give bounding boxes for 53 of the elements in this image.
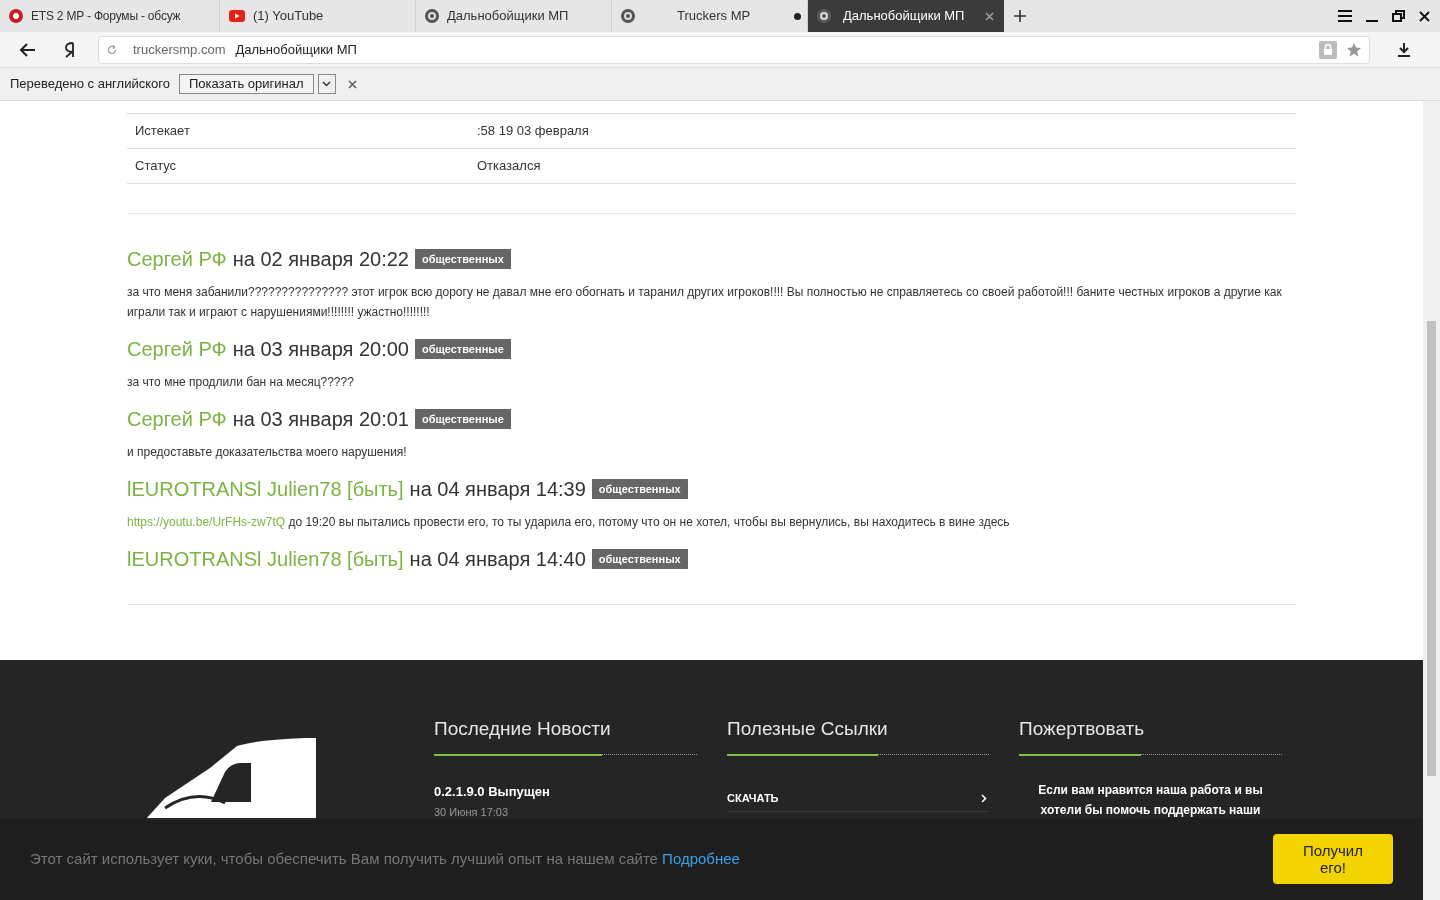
detail-label: Истекает	[134, 122, 191, 141]
site-icon	[9, 9, 23, 23]
menu-icon[interactable]	[1338, 10, 1352, 22]
detail-value: :58 19 03 февраля	[477, 122, 589, 141]
footer-heading: Пожертвовать	[1019, 717, 1146, 741]
download-icon[interactable]	[1398, 42, 1410, 57]
comment-text: за что мне продлили бан на месяц?????	[127, 374, 355, 391]
comment-date: на 04 января 14:40	[409, 547, 586, 572]
caret-icon	[322, 81, 332, 87]
footer-link[interactable]: СКАЧАТЬ	[727, 785, 989, 812]
translation-notice: Переведено с английского	[10, 75, 170, 94]
bookmark-star-icon[interactable]	[1347, 42, 1361, 57]
site-icon	[817, 9, 831, 23]
browser-tab[interactable]: Дальнобойщики МП	[808, 0, 1004, 32]
browser-logo-icon[interactable]	[64, 41, 76, 58]
visibility-badge: общественных	[415, 248, 511, 270]
comment-date: на 03 января 20:00	[232, 337, 409, 362]
site-icon	[425, 9, 439, 23]
page-title: Дальнобойщики МП	[235, 40, 357, 59]
news-title[interactable]: 0.2.1.9.0 Выпущен	[434, 781, 697, 801]
accept-button[interactable]: Получил его!	[1273, 834, 1393, 884]
donate-text: Если вам нравится наша работа и вы хотели бы помочь поддержать наши	[1037, 781, 1264, 819]
more-link[interactable]: Подробнее	[662, 849, 740, 867]
detail-label: Статус	[134, 157, 178, 176]
visibility-badge: общественных	[591, 548, 688, 570]
close-icon[interactable]	[1419, 10, 1430, 22]
visibility-badge: общественные	[415, 408, 511, 430]
back-icon[interactable]	[20, 42, 36, 57]
url-domain: truckersmp.com	[133, 40, 226, 59]
comment-date: на 04 января 14:39	[409, 477, 586, 502]
show-original-button[interactable]: Показать оригинал	[178, 74, 314, 94]
comment-date: на 02 января 20:22	[232, 247, 409, 272]
footer-heading: Полезные Ссылки	[727, 717, 889, 741]
video-site-icon	[229, 10, 245, 22]
detail-value: Отказался	[477, 157, 541, 176]
visibility-badge: общественные	[415, 338, 511, 360]
footer-heading: Последние Новости	[434, 717, 612, 741]
new-tab-icon[interactable]	[1014, 10, 1026, 22]
chevron-icon	[981, 793, 987, 803]
address-bar[interactable]: truckersmp.com Дальнобойщики МП	[98, 35, 1370, 64]
close-icon[interactable]	[347, 79, 357, 89]
comment-date: на 03 января 20:01	[232, 407, 409, 432]
restore-icon[interactable]	[1392, 10, 1405, 22]
cookie-notice: Этот сайт использует куки, чтобы обеспечить Вам получить лучший опыт на нашем сайте Подробнее	[30, 848, 740, 869]
comment-text: https://youtu.be/UrFHs-zw7tQ до 19:20 вы пытались провести его, то ты ударила его, потому что он не хотел, чтобы вы вернулись, вы находитесь в вине здесь	[127, 514, 1011, 531]
comment-text: за что меня забанили??????????????? этот игрок всю дорогу не давал мне его обогнать и таранил других игроков!!!! Вы полностью не справляетесь со своей работой!!! баните честных игроков а другие как играли так и играют с нарушениями!!!!!!!! ужастно!!!!!!!!	[127, 284, 1283, 321]
news-date: 30 Июня 17:03	[434, 805, 510, 820]
scrollbar[interactable]	[1423, 101, 1440, 900]
dropdown-button[interactable]	[317, 74, 336, 94]
site-icon	[621, 9, 635, 23]
visibility-badge: общественных	[591, 478, 688, 500]
reload-icon[interactable]	[107, 44, 117, 55]
comment-text: и предоставьте доказательства моего нарушения!	[127, 444, 408, 461]
